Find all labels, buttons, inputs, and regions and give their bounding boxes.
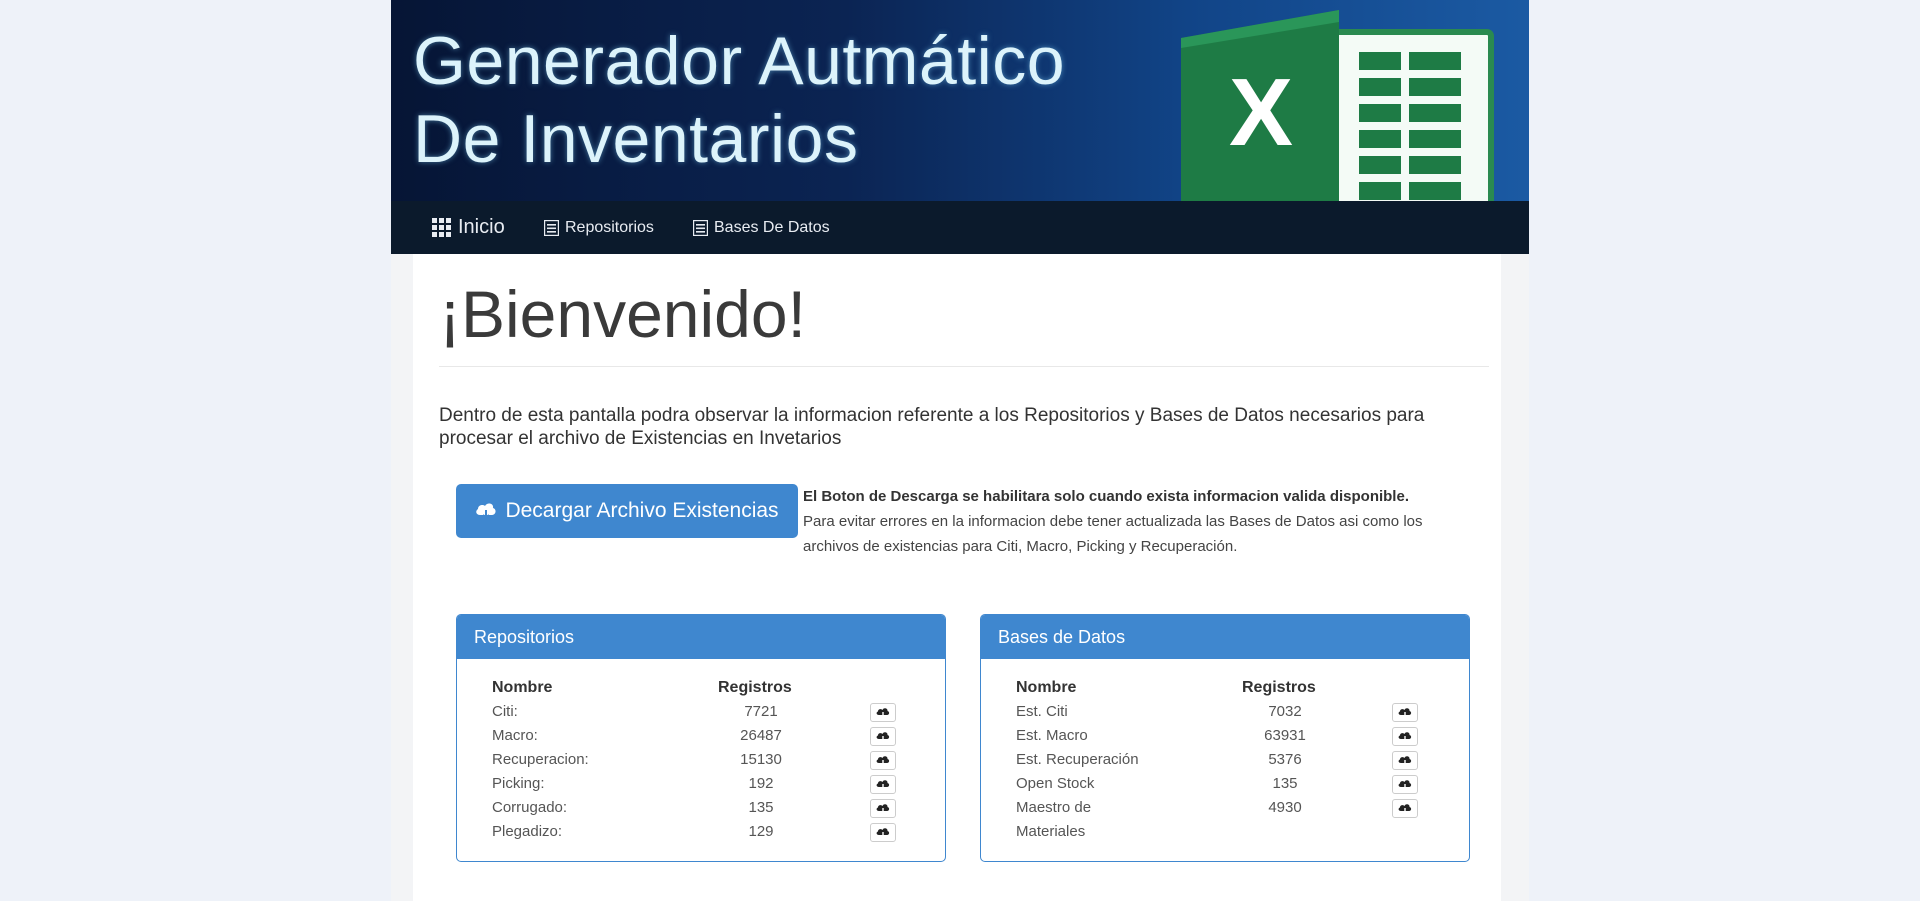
repo-row-name: Plegadizo: — [492, 823, 563, 840]
col-header-nombre: Nombre — [492, 679, 553, 696]
app-title-line2: De Inventarios — [413, 101, 859, 177]
db-download-button[interactable] — [1392, 799, 1418, 818]
repo-row-records: 135 — [748, 799, 774, 816]
db-row-records: 7032 — [1268, 703, 1302, 720]
cloud-download-icon — [1398, 731, 1412, 743]
repo-row-name: Recuperacion: — [492, 751, 589, 768]
col-header-registros: Registros — [1242, 679, 1316, 696]
main-content: ¡Bienvenido! Dentro de esta pantalla pod… — [413, 254, 1501, 901]
db-row-name: Materiales — [1016, 823, 1086, 840]
download-notice: El Boton de Descarga se habilitara solo … — [803, 484, 1443, 559]
excel-logo-icon: X — [1181, 10, 1494, 201]
db-row-records: 63931 — [1264, 727, 1306, 744]
cloud-download-icon — [876, 803, 890, 815]
bases-de-datos-panel: Bases de Datos Nombre Registros Est. Cit… — [980, 614, 1470, 862]
repo-download-button[interactable] — [870, 727, 896, 746]
repo-row-records: 129 — [748, 823, 774, 840]
list-doc-icon — [544, 219, 559, 236]
nav-repositorios-label: Repositorios — [565, 219, 654, 236]
db-row-name: Est. Citi — [1016, 703, 1068, 720]
page: Generador Autmático De Inventarios X Ini… — [391, 0, 1529, 901]
repo-download-button[interactable] — [870, 799, 896, 818]
intro-text: Dentro de esta pantalla podra observar l… — [439, 405, 1425, 449]
cloud-download-icon — [876, 707, 890, 719]
cloud-download-icon — [476, 503, 496, 520]
cloud-download-icon — [876, 779, 890, 791]
app-title-line1: Generador Autmático — [413, 23, 1066, 99]
list-doc-icon — [693, 219, 708, 236]
notice-bold: El Boton de Descarga se habilitara solo … — [803, 488, 1409, 505]
nav-bases-label: Bases De Datos — [714, 219, 830, 236]
db-download-button[interactable] — [1392, 703, 1418, 722]
repo-download-button[interactable] — [870, 703, 896, 722]
repo-row-name: Corrugado: — [492, 799, 568, 816]
db-row-name: Est. Recuperación — [1016, 751, 1139, 768]
svg-text:X: X — [1229, 59, 1293, 166]
repo-row-name: Picking: — [492, 775, 545, 792]
nav-bases-de-datos[interactable]: Bases De Datos — [693, 201, 830, 254]
bases-panel-title: Bases de Datos — [981, 615, 1469, 659]
grid-icon — [432, 217, 451, 237]
nav-home-label: Inicio — [458, 216, 505, 238]
repo-download-button[interactable] — [870, 823, 896, 842]
db-row-records: 135 — [1272, 775, 1298, 792]
repo-download-button[interactable] — [870, 751, 896, 770]
repositorios-panel-title: Repositorios — [457, 615, 945, 659]
db-row-name: Est. Macro — [1016, 727, 1088, 744]
db-download-button[interactable] — [1392, 751, 1418, 770]
nav-repositorios[interactable]: Repositorios — [544, 201, 654, 254]
download-button-label: Decargar Archivo Existencias — [505, 499, 779, 522]
db-row-records: 4930 — [1268, 799, 1302, 816]
col-header-registros: Registros — [718, 679, 792, 696]
header-banner: Generador Autmático De Inventarios X — [391, 0, 1529, 201]
cloud-download-icon — [876, 755, 890, 767]
db-row-records: 5376 — [1268, 751, 1302, 768]
page-title: ¡Bienvenido! — [439, 277, 806, 351]
repo-row-records: 7721 — [744, 703, 778, 720]
cloud-download-icon — [1398, 803, 1412, 815]
repositorios-panel: Repositorios Nombre Registros Citi: 7721… — [456, 614, 946, 862]
col-header-nombre: Nombre — [1016, 679, 1077, 696]
repo-download-button[interactable] — [870, 775, 896, 794]
repo-row-name: Macro: — [492, 727, 538, 744]
cloud-download-icon — [876, 731, 890, 743]
top-navbar: Inicio Repositorios Bases De Datos — [391, 201, 1529, 254]
cloud-download-icon — [1398, 755, 1412, 767]
db-row-name: Maestro de — [1016, 799, 1092, 816]
notice-text: Para evitar errores en la informacion de… — [803, 513, 1423, 555]
repo-row-records: 26487 — [740, 727, 782, 744]
db-row-name: Open Stock — [1016, 775, 1095, 792]
cloud-download-icon — [876, 827, 890, 839]
cloud-download-icon — [1398, 707, 1412, 719]
repo-row-records: 15130 — [740, 751, 782, 768]
divider — [439, 366, 1489, 367]
cloud-download-icon — [1398, 779, 1412, 791]
db-download-button[interactable] — [1392, 775, 1418, 794]
repo-row-name: Citi: — [492, 703, 518, 720]
download-existencias-button[interactable]: Decargar Archivo Existencias — [456, 484, 798, 538]
db-download-button[interactable] — [1392, 727, 1418, 746]
nav-home[interactable]: Inicio — [432, 201, 505, 254]
repo-row-records: 192 — [748, 775, 774, 792]
app-title: Generador Autmático De Inventarios — [413, 22, 1065, 178]
